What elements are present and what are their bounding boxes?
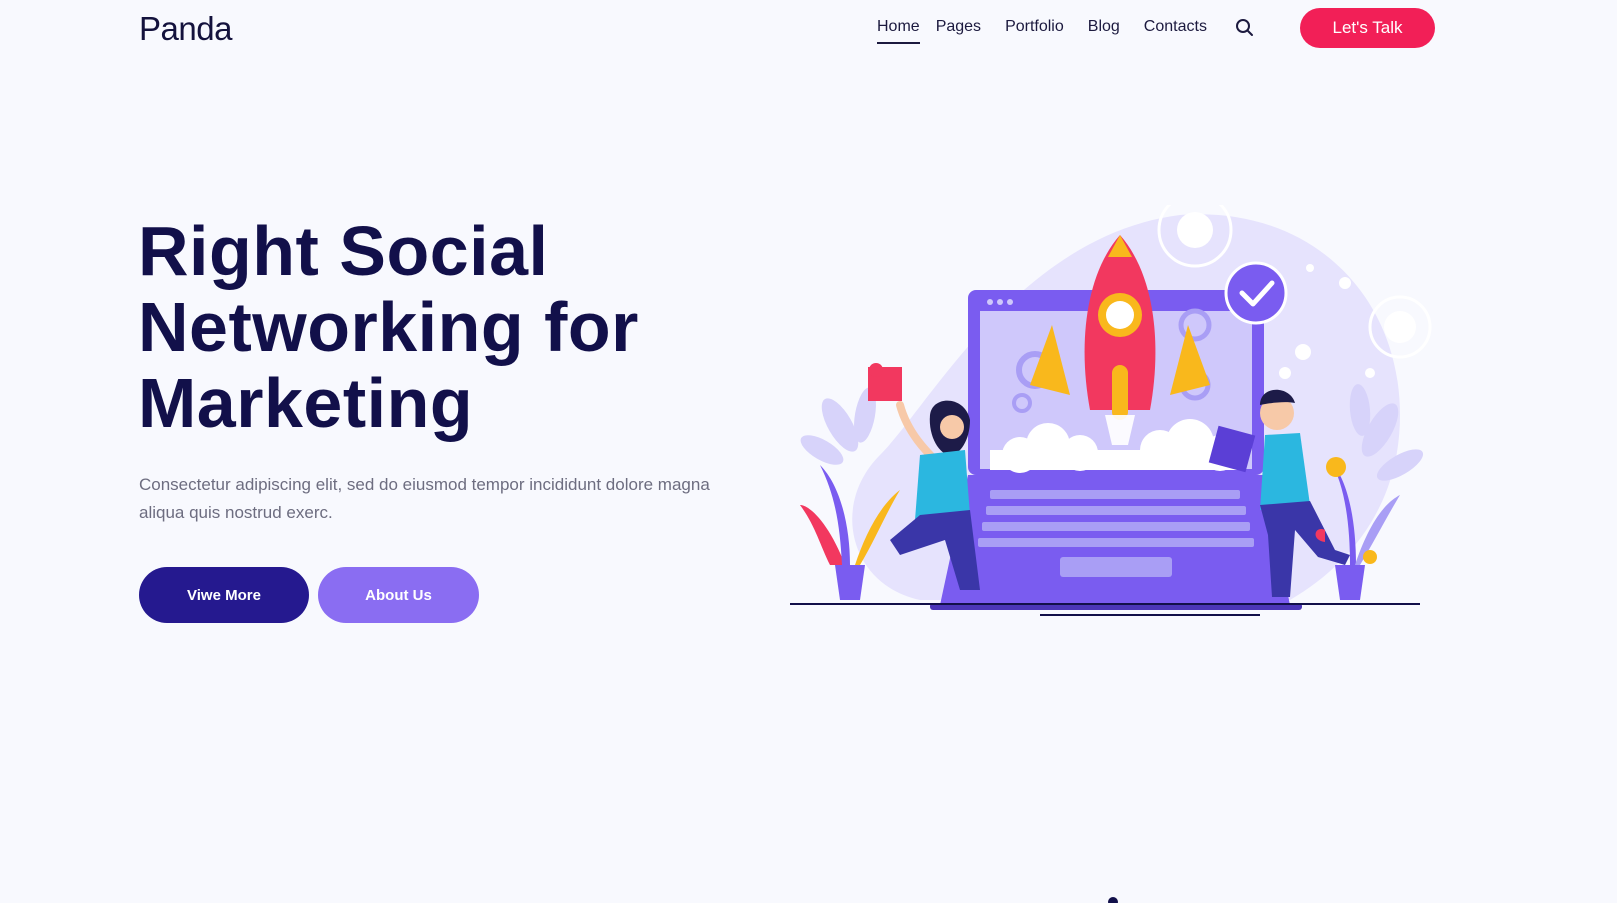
nav-home[interactable]: Home bbox=[877, 18, 920, 44]
main-nav: Home Pages Portfolio Blog Contacts bbox=[877, 18, 1231, 44]
hero-title-line-1: Right Social bbox=[138, 212, 549, 290]
hero-title-line-3: Marketing bbox=[138, 364, 474, 442]
rocket-launch-illustration bbox=[790, 192, 1440, 645]
lets-talk-button[interactable]: Let's Talk bbox=[1300, 8, 1435, 48]
hero-description: Consectetur adipiscing elit, sed do eius… bbox=[139, 475, 710, 522]
nav-contacts[interactable]: Contacts bbox=[1144, 18, 1207, 42]
site-header: Panda Home Pages Portfolio Blog Contacts… bbox=[0, 0, 1617, 56]
hero-title: Right Social Networking for Marketing bbox=[138, 213, 778, 441]
scroll-indicator-dot bbox=[1108, 897, 1118, 903]
nav-pages[interactable]: Pages bbox=[936, 18, 981, 42]
view-more-button[interactable]: Viwe More bbox=[139, 567, 309, 623]
nav-portfolio[interactable]: Portfolio bbox=[1005, 18, 1064, 42]
search-icon[interactable] bbox=[1235, 18, 1255, 38]
logo[interactable]: Panda bbox=[139, 10, 232, 48]
about-us-button[interactable]: About Us bbox=[318, 567, 479, 623]
hero-title-line-2: Networking for bbox=[138, 288, 639, 366]
nav-blog[interactable]: Blog bbox=[1088, 18, 1120, 42]
